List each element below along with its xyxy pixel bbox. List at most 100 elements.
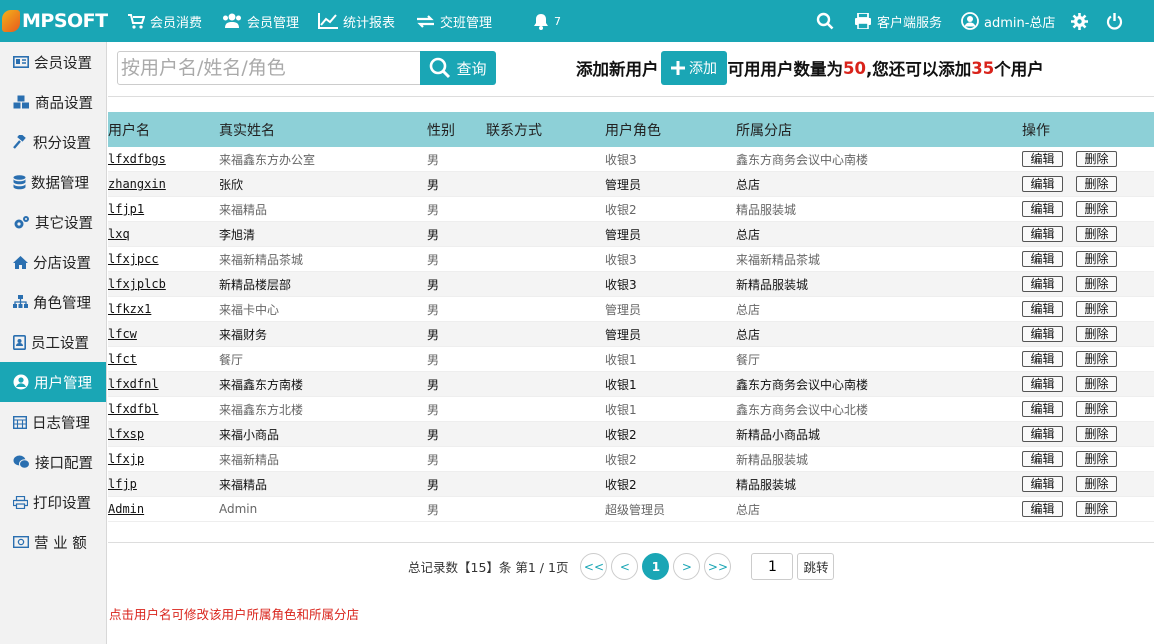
delete-button[interactable]: 删除 [1076, 301, 1117, 317]
username-link[interactable]: lfxjp [108, 452, 144, 466]
sidebar-item-role-manage[interactable]: 角色管理 [0, 282, 106, 322]
sidebar-item-store-settings[interactable]: 分店设置 [0, 242, 106, 282]
sidebar-item-data-manage[interactable]: 数据管理 [0, 162, 106, 202]
username-link[interactable]: lfjp1 [108, 202, 144, 216]
last-page-button[interactable]: >> [704, 553, 732, 580]
edit-button[interactable]: 编辑 [1022, 501, 1063, 517]
realname-cell: 来福卡中心 [219, 302, 280, 317]
actions-cell: 编辑 删除 [1022, 176, 1154, 192]
username-link[interactable]: zhangxin [108, 177, 166, 191]
sidebar-item-revenue[interactable]: 营 业 额 [0, 522, 106, 562]
search-toggle[interactable] [816, 0, 834, 42]
edit-button[interactable]: 编辑 [1022, 301, 1063, 317]
nav-client-service[interactable]: 客户端服务 [854, 0, 942, 42]
delete-button[interactable]: 删除 [1076, 476, 1117, 492]
edit-button[interactable]: 编辑 [1022, 151, 1063, 167]
delete-button[interactable]: 删除 [1076, 451, 1117, 467]
edit-button[interactable]: 编辑 [1022, 426, 1063, 442]
sidebar-item-interface-config[interactable]: 接口配置 [0, 442, 106, 482]
current-page-button[interactable]: 1 [642, 553, 670, 580]
username-link[interactable]: lfxdfbgs [108, 152, 166, 166]
user-menu[interactable]: admin-总店 [961, 0, 1055, 42]
nav-notifications[interactable]: 7 [533, 0, 561, 42]
nav-member-consume[interactable]: 会员消费 [128, 0, 202, 42]
sidebar-item-other-settings[interactable]: 其它设置 [0, 202, 106, 242]
username-link[interactable]: lfxdfnl [108, 377, 159, 391]
nav-statistics[interactable]: 统计报表 [318, 0, 395, 42]
actions-cell: 编辑 删除 [1022, 251, 1154, 267]
store-cell: 来福新精品茶城 [736, 252, 821, 267]
role-cell: 收银2 [605, 452, 637, 467]
delete-button[interactable]: 删除 [1076, 401, 1117, 417]
delete-button[interactable]: 删除 [1076, 326, 1117, 342]
sidebar-item-points-settings[interactable]: 积分设置 [0, 122, 106, 162]
prev-page-button[interactable]: < [611, 553, 639, 580]
edit-button[interactable]: 编辑 [1022, 476, 1063, 492]
remaining-user-count: 35 [971, 58, 995, 78]
edit-button[interactable]: 编辑 [1022, 351, 1063, 367]
delete-button[interactable]: 删除 [1076, 226, 1117, 242]
username-link[interactable]: lfxjplcb [108, 277, 166, 291]
search-button[interactable]: 查询 [420, 51, 496, 85]
delete-button[interactable]: 删除 [1076, 376, 1117, 392]
store-cell: 新精品服装城 [736, 277, 809, 292]
col-gender: 性别 [427, 122, 455, 139]
sidebar-item-staff-settings[interactable]: 员工设置 [0, 322, 106, 362]
username-cell: lxq [108, 227, 219, 241]
sidebar-item-member-settings[interactable]: 会员设置 [0, 42, 106, 82]
store-cell: 鑫东方商务会议中心南楼 [736, 377, 869, 392]
delete-button[interactable]: 删除 [1076, 151, 1117, 167]
sidebar-item-log-manage[interactable]: 日志管理 [0, 402, 106, 442]
username-link[interactable]: lfcw [108, 327, 137, 341]
add-user-button[interactable]: 添加 [660, 51, 727, 85]
page-number-input[interactable] [751, 553, 794, 580]
edit-button[interactable]: 编辑 [1022, 451, 1063, 467]
sidebar-item-product-settings[interactable]: 商品设置 [0, 82, 106, 122]
username-cell: lfkzx1 [108, 302, 219, 316]
edit-button[interactable]: 编辑 [1022, 401, 1063, 417]
edit-button[interactable]: 编辑 [1022, 176, 1063, 192]
username-link[interactable]: lfxdfbl [108, 402, 159, 416]
sidebar-item-user-manage[interactable]: 用户管理 [0, 362, 106, 402]
money-icon [13, 536, 29, 548]
settings-button[interactable] [1071, 0, 1088, 42]
username-link[interactable]: Admin [108, 502, 144, 516]
nav-member-manage[interactable]: 会员管理 [222, 0, 299, 42]
table-row: lfct 餐厅 男 收银1 餐厅 编辑 删除 [108, 347, 1154, 372]
delete-button[interactable]: 删除 [1076, 501, 1117, 517]
gender-cell: 男 [427, 277, 440, 292]
delete-button[interactable]: 删除 [1076, 251, 1117, 267]
username-link[interactable]: lfct [108, 352, 137, 366]
delete-button[interactable]: 删除 [1076, 276, 1117, 292]
search-input[interactable] [117, 51, 421, 85]
delete-button[interactable]: 删除 [1076, 201, 1117, 217]
hint-text: 点击用户名可修改该用户所属角色和所属分店 [109, 607, 360, 622]
card-icon [13, 56, 29, 68]
username-link[interactable]: lfxjpcc [108, 252, 159, 266]
edit-button[interactable]: 编辑 [1022, 326, 1063, 342]
actions-cell: 编辑 删除 [1022, 476, 1154, 492]
next-page-button[interactable]: > [673, 553, 701, 580]
username-link[interactable]: lfkzx1 [108, 302, 151, 316]
col-realname: 真实姓名 [219, 122, 275, 139]
cogs-icon [14, 215, 29, 228]
username-link[interactable]: lfxsp [108, 427, 144, 441]
edit-button[interactable]: 编辑 [1022, 376, 1063, 392]
edit-button[interactable]: 编辑 [1022, 251, 1063, 267]
badge-icon [13, 334, 26, 350]
first-page-button[interactable]: << [580, 553, 608, 580]
nav-shift[interactable]: 交班管理 [416, 0, 492, 42]
delete-button[interactable]: 删除 [1076, 426, 1117, 442]
jump-button[interactable]: 跳转 [797, 553, 835, 580]
power-button[interactable] [1106, 0, 1123, 42]
add-user-area: 添加新用户 添加 可用用户数量为 50 ,您还可以添加 35 个用户 [576, 51, 1044, 85]
edit-button[interactable]: 编辑 [1022, 276, 1063, 292]
sidebar-item-print-settings[interactable]: 打印设置 [0, 482, 106, 522]
username-link[interactable]: lxq [108, 227, 130, 241]
edit-button[interactable]: 编辑 [1022, 201, 1063, 217]
store-cell: 总店 [736, 327, 761, 342]
delete-button[interactable]: 删除 [1076, 176, 1117, 192]
delete-button[interactable]: 删除 [1076, 351, 1117, 367]
username-link[interactable]: lfjp [108, 477, 137, 491]
edit-button[interactable]: 编辑 [1022, 226, 1063, 242]
